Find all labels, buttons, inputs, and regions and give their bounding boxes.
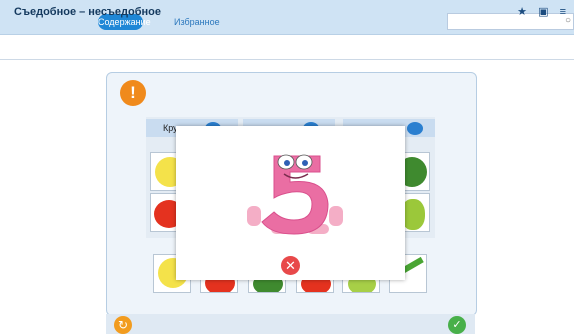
warning-icon: ! [120, 80, 146, 106]
close-icon[interactable]: ✕ [281, 256, 300, 275]
group-header-label: Кру [163, 123, 178, 133]
panel-footer [106, 314, 475, 334]
check-icon[interactable]: ✓ [448, 316, 466, 334]
menu-icon[interactable]: ≡ [560, 6, 570, 18]
tab-favorites[interactable]: Избранное [168, 14, 226, 30]
save-icon[interactable]: ▣ [538, 6, 552, 18]
sound-icon[interactable] [407, 122, 423, 135]
bookmark-icon[interactable]: ★ [517, 6, 531, 18]
title-bar [0, 35, 574, 60]
reload-icon[interactable]: ↻ [114, 316, 132, 334]
page-title: Съедобное – несъедобное [14, 6, 161, 18]
title-icons: ★ ▣ ≡ [517, 5, 570, 18]
